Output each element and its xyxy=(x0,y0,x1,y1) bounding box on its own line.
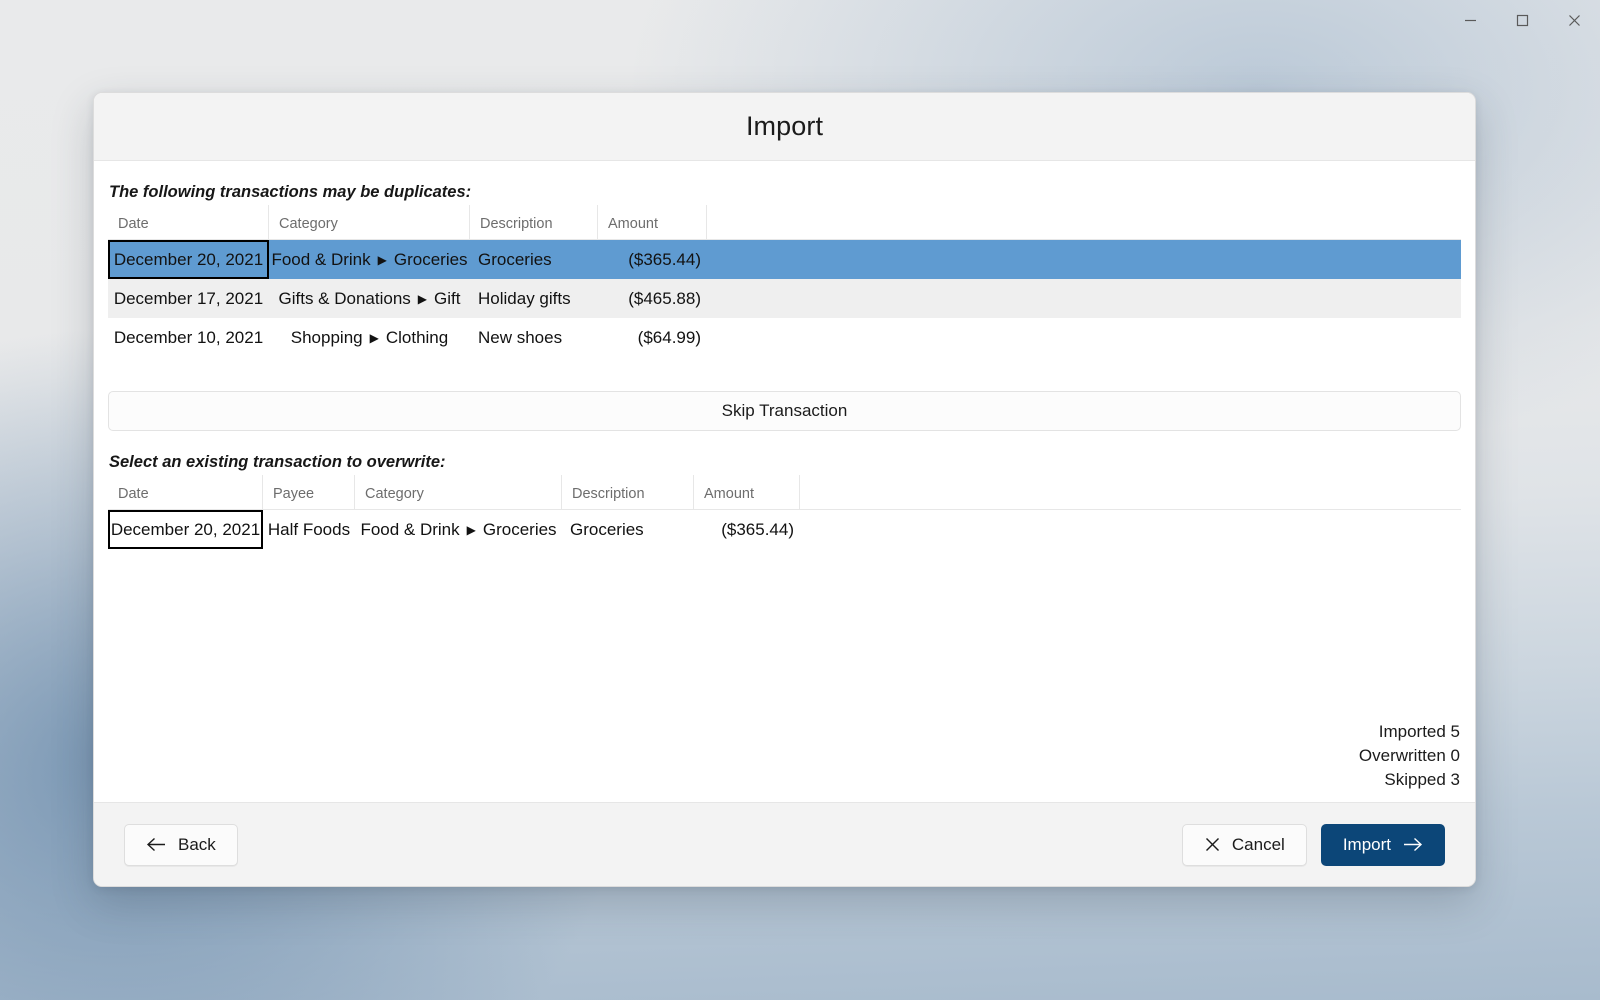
cell-description[interactable]: Groceries xyxy=(470,240,598,279)
maximize-icon xyxy=(1515,13,1530,28)
import-dialog: Import The following transactions may be… xyxy=(93,92,1476,887)
duplicates-section-label: The following transactions may be duplic… xyxy=(109,183,472,201)
maximize-button[interactable] xyxy=(1496,0,1548,40)
duplicates-grid-header: Date Category Description Amount xyxy=(108,205,1461,240)
close-x-icon xyxy=(1204,836,1221,853)
cell-description[interactable]: New shoes xyxy=(470,318,598,357)
cell-filler xyxy=(800,510,1461,549)
existing-transactions-grid: Date Payee Category Description Amount D… xyxy=(108,475,1461,549)
dialog-header: Import xyxy=(94,93,1475,161)
category-arrow-icon: ▶ xyxy=(417,291,428,306)
column-header-description[interactable]: Description xyxy=(470,205,598,239)
skip-transaction-button[interactable]: Skip Transaction xyxy=(108,391,1461,431)
cell-category[interactable]: Food & Drink ▶ Groceries xyxy=(355,510,562,549)
cell-date[interactable]: December 10, 2021 xyxy=(108,318,269,357)
summary-skipped: Skipped 3 xyxy=(1384,770,1460,789)
window-titlebar xyxy=(0,0,1600,40)
import-button-label: Import xyxy=(1342,834,1391,854)
cell-filler xyxy=(707,240,1461,279)
cell-amount[interactable]: ($64.99) xyxy=(598,318,707,357)
cell-category[interactable]: Food & Drink ▶ Groceries xyxy=(269,240,470,279)
cell-category[interactable]: Shopping ▶ Clothing xyxy=(269,318,470,357)
dialog-footer: Back Cancel Import xyxy=(94,802,1475,886)
category-arrow-icon: ▶ xyxy=(377,252,387,267)
existing-grid-header: Date Payee Category Description Amount xyxy=(108,475,1461,510)
category-child: Clothing xyxy=(385,327,449,347)
cell-date[interactable]: December 20, 2021 xyxy=(108,240,269,279)
cell-amount[interactable]: ($365.44) xyxy=(598,240,707,279)
minimize-button[interactable] xyxy=(1444,0,1496,40)
back-button[interactable]: Back xyxy=(124,823,238,866)
category-arrow-icon: ▶ xyxy=(369,330,379,345)
table-row[interactable]: December 17, 2021 Gifts & Donations ▶ Gi… xyxy=(108,279,1461,318)
summary-overwritten: Overwritten 0 xyxy=(1358,746,1460,765)
column-header-description[interactable]: Description xyxy=(562,475,694,509)
cancel-button-label: Cancel xyxy=(1231,834,1285,854)
cell-amount[interactable]: ($365.44) xyxy=(694,510,800,549)
column-header-date[interactable]: Date xyxy=(108,475,263,509)
category-parent: Food & Drink xyxy=(360,519,460,539)
table-row[interactable]: December 10, 2021 Shopping ▶ Clothing Ne… xyxy=(108,318,1461,357)
arrow-left-icon xyxy=(146,836,167,853)
dialog-body: The following transactions may be duplic… xyxy=(94,161,1475,802)
cell-description[interactable]: Groceries xyxy=(562,510,694,549)
minimize-icon xyxy=(1463,13,1478,28)
cell-description[interactable]: Holiday gifts xyxy=(470,279,598,318)
cell-category[interactable]: Gifts & Donations ▶ Gift xyxy=(269,279,470,318)
category-child: Groceries xyxy=(482,519,557,539)
category-child: Gift xyxy=(434,288,461,308)
cancel-button[interactable]: Cancel xyxy=(1181,823,1307,866)
duplicates-grid: Date Category Description Amount Decembe… xyxy=(108,205,1461,357)
cell-payee[interactable]: Half Foods xyxy=(263,510,355,549)
column-header-amount[interactable]: Amount xyxy=(598,205,707,239)
column-header-category[interactable]: Category xyxy=(269,205,470,239)
cell-date[interactable]: December 20, 2021 xyxy=(108,510,263,549)
column-header-filler xyxy=(800,475,1461,509)
footer-actions: Cancel Import xyxy=(1181,823,1445,866)
overwrite-section-label: Select an existing transaction to overwr… xyxy=(109,453,446,471)
cell-filler xyxy=(707,279,1461,318)
column-header-category[interactable]: Category xyxy=(355,475,562,509)
page-title: Import xyxy=(745,111,824,141)
column-header-payee[interactable]: Payee xyxy=(263,475,355,509)
column-header-filler xyxy=(707,205,1461,239)
category-parent: Food & Drink xyxy=(271,249,371,269)
arrow-right-icon xyxy=(1402,836,1423,853)
import-summary: Imported 5 Overwritten 0 Skipped 3 xyxy=(1359,720,1460,792)
back-button-label: Back xyxy=(178,834,216,854)
column-header-date[interactable]: Date xyxy=(108,205,269,239)
category-arrow-icon: ▶ xyxy=(466,522,476,537)
close-icon xyxy=(1567,13,1582,28)
table-row[interactable]: December 20, 2021 Half Foods Food & Drin… xyxy=(108,510,1461,549)
summary-imported: Imported 5 xyxy=(1378,722,1460,741)
table-row[interactable]: December 20, 2021 Food & Drink ▶ Groceri… xyxy=(108,240,1461,279)
category-parent: Gifts & Donations xyxy=(278,288,411,308)
category-parent: Shopping xyxy=(290,327,363,347)
column-header-amount[interactable]: Amount xyxy=(694,475,800,509)
cell-date[interactable]: December 17, 2021 xyxy=(108,279,269,318)
cell-filler xyxy=(707,318,1461,357)
cell-amount[interactable]: ($465.88) xyxy=(598,279,707,318)
close-button[interactable] xyxy=(1548,0,1600,40)
category-child: Groceries xyxy=(393,249,468,269)
import-button[interactable]: Import xyxy=(1320,823,1445,866)
